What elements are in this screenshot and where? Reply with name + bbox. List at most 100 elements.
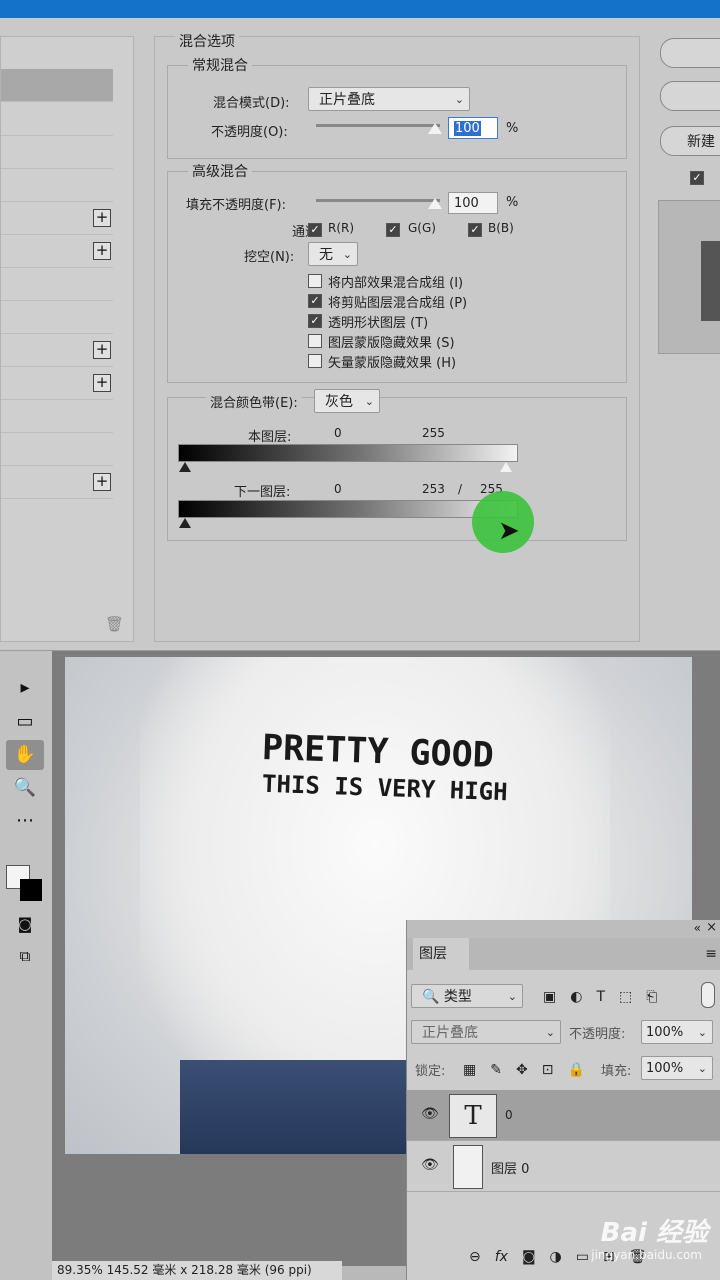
- adjustment-icon[interactable]: ◑: [550, 1249, 562, 1265]
- trash-icon[interactable]: 🗑: [105, 615, 124, 633]
- blend-if-label: 混合颜色带(E):: [206, 392, 302, 411]
- underlying-slash: /: [458, 482, 463, 496]
- style-list-item[interactable]: [1, 103, 113, 136]
- style-list-item[interactable]: +: [1, 334, 113, 367]
- filter-toggle[interactable]: [701, 982, 715, 1008]
- rectangle-tool-icon[interactable]: ▭: [6, 707, 44, 737]
- layer-opacity-input[interactable]: 100% ⌄: [641, 1020, 713, 1044]
- more-tools-icon[interactable]: ⋯: [6, 806, 44, 836]
- blend-mode-select[interactable]: 正片叠底 ⌄: [308, 87, 470, 111]
- add-effect-icon[interactable]: +: [93, 473, 111, 491]
- panel-topbar: « ×: [407, 920, 720, 938]
- lock-artboard-icon[interactable]: ⊡: [542, 1062, 554, 1078]
- chevron-down-icon: ⌄: [454, 93, 464, 106]
- style-list-item[interactable]: [1, 136, 113, 169]
- panel-menu-icon[interactable]: ≡: [705, 946, 717, 962]
- shape-filter-icon[interactable]: ⬚: [619, 989, 632, 1005]
- quick-mask-icon[interactable]: ◙: [6, 909, 44, 939]
- option-checkbox-0[interactable]: [308, 274, 322, 288]
- opacity-input[interactable]: 100: [448, 117, 498, 139]
- status-bar: 89.35% 145.52 毫米 x 218.28 毫米 (96 ppi): [52, 1261, 342, 1280]
- style-list-item[interactable]: [1, 268, 113, 301]
- this-layer-black-handle[interactable]: [179, 462, 191, 472]
- layer-name: 0: [505, 1108, 513, 1122]
- style-list-item[interactable]: [1, 169, 113, 202]
- blend-if-select[interactable]: 灰色 ⌄: [314, 389, 380, 413]
- smart-object-filter-icon[interactable]: ⎗: [646, 989, 657, 1005]
- option-checkbox-4[interactable]: [308, 354, 322, 368]
- underlying-high-a: 253: [422, 482, 445, 496]
- lock-all-icon[interactable]: 🔒: [567, 1062, 584, 1078]
- close-icon[interactable]: ×: [706, 920, 717, 935]
- add-effect-icon[interactable]: +: [93, 374, 111, 392]
- preview-checkbox[interactable]: ✓: [690, 171, 704, 185]
- tab-layers[interactable]: 图层: [413, 938, 469, 970]
- collapse-icon[interactable]: «: [694, 921, 701, 935]
- lock-move-icon[interactable]: ✥: [516, 1062, 528, 1078]
- text-layer-thumbnail: T: [449, 1094, 497, 1138]
- cancel-button[interactable]: [660, 81, 720, 111]
- fill-opacity-handle[interactable]: [428, 198, 442, 209]
- group-icon[interactable]: ▭: [576, 1249, 589, 1265]
- window-titlebar: [0, 0, 720, 18]
- layer-row[interactable]: 👁 图层 0: [407, 1141, 720, 1192]
- layer-filter-select[interactable]: 🔍 类型 ⌄: [411, 984, 523, 1008]
- option-checkbox-3[interactable]: [308, 334, 322, 348]
- filter-icons: ▣ ◐ T ⬚ ⎗: [543, 986, 671, 1005]
- image-filter-icon[interactable]: ▣: [543, 989, 556, 1005]
- move-select-arrow-icon[interactable]: ▸: [6, 673, 44, 703]
- underlying-low: 0: [334, 482, 342, 496]
- style-list-item[interactable]: +: [1, 202, 113, 235]
- style-list-item[interactable]: +: [1, 235, 113, 268]
- fill-opacity-input[interactable]: 100: [448, 192, 498, 214]
- this-layer-gradient: [178, 444, 518, 462]
- ok-button[interactable]: [660, 38, 720, 68]
- hand-tool-icon[interactable]: ✋: [6, 740, 44, 770]
- zoom-tool-icon[interactable]: 🔍: [6, 773, 44, 803]
- add-effect-icon[interactable]: +: [93, 341, 111, 359]
- layer-name: 图层 0: [491, 1162, 530, 1177]
- opacity-slider-handle[interactable]: [428, 123, 442, 134]
- layer-blend-mode-select[interactable]: 正片叠底 ⌄: [411, 1020, 561, 1044]
- style-list-item[interactable]: [1, 69, 113, 102]
- channel-r-checkbox[interactable]: ✓: [308, 223, 322, 237]
- add-effect-icon[interactable]: +: [93, 209, 111, 227]
- layer-row[interactable]: 👁 T 0: [407, 1090, 720, 1141]
- new-style-button[interactable]: 新建: [660, 126, 720, 156]
- underlying-black-handle[interactable]: [179, 518, 191, 528]
- option-checkbox-1[interactable]: ✓: [308, 294, 322, 308]
- lock-label: 锁定:: [415, 1064, 446, 1079]
- style-list-item[interactable]: [1, 301, 113, 334]
- channel-b-checkbox[interactable]: ✓: [468, 223, 482, 237]
- advanced-blending-group: 高级混合 填充不透明度(F): 100 % 通道: ✓ R(R) ✓ G(G) …: [167, 161, 627, 383]
- lock-transparent-icon[interactable]: ▦: [463, 1062, 476, 1078]
- mouse-pointer-icon: ➤: [498, 516, 520, 546]
- screen-mode-icon[interactable]: ⧉: [6, 941, 44, 971]
- eye-icon[interactable]: 👁: [421, 1157, 439, 1173]
- background-color-swatch[interactable]: [20, 879, 42, 901]
- knockout-select[interactable]: 无 ⌄: [308, 242, 358, 266]
- layer-fill-label: 填充:: [601, 1064, 632, 1079]
- opacity-slider[interactable]: [316, 124, 440, 127]
- mask-icon[interactable]: ◙: [522, 1249, 536, 1265]
- adjustment-filter-icon[interactable]: ◐: [570, 989, 582, 1005]
- type-filter-icon[interactable]: T: [596, 989, 605, 1005]
- style-list-item[interactable]: [1, 400, 113, 433]
- option-checkbox-2[interactable]: ✓: [308, 314, 322, 328]
- channel-g-checkbox[interactable]: ✓: [386, 223, 400, 237]
- style-list-item[interactable]: [1, 433, 113, 466]
- layer-fill-input[interactable]: 100% ⌄: [641, 1056, 713, 1080]
- this-layer-white-handle[interactable]: [500, 462, 512, 472]
- chevron-down-icon: ⌄: [342, 248, 352, 261]
- underlying-layer-label: 下一图层:: [234, 485, 291, 500]
- watermark-url: jingyan.baidu.com: [591, 1248, 702, 1262]
- fill-opacity-slider[interactable]: [316, 199, 440, 202]
- eye-icon[interactable]: 👁: [421, 1106, 439, 1122]
- fx-button[interactable]: fx: [495, 1249, 508, 1265]
- link-icon[interactable]: ⊖: [469, 1249, 481, 1265]
- style-list-item[interactable]: +: [1, 367, 113, 400]
- lock-paint-icon[interactable]: ✎: [490, 1062, 502, 1078]
- add-effect-icon[interactable]: +: [93, 242, 111, 260]
- baidu-watermark: Bai 经验: [600, 1218, 708, 1248]
- style-list-item[interactable]: +: [1, 466, 113, 499]
